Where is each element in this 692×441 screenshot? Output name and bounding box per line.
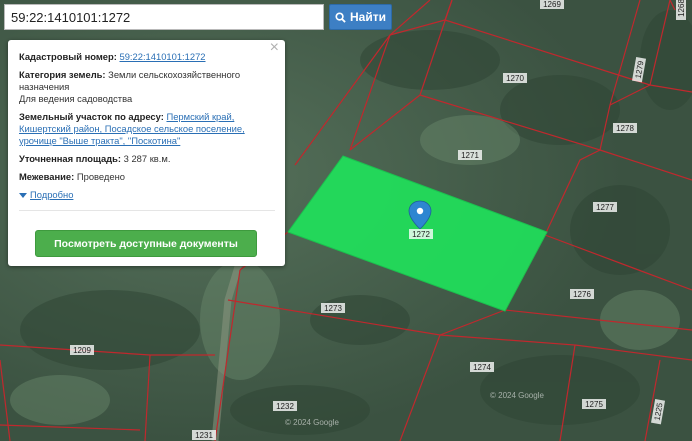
parcel-label: 1271 xyxy=(458,150,482,160)
parcel-label: 1274 xyxy=(470,362,494,372)
map-watermark: © 2024 Google xyxy=(490,391,544,400)
search-button-label: Найти xyxy=(350,10,386,24)
cadastral-number-link[interactable]: 59:22:1410101:1272 xyxy=(119,51,205,62)
more-details-toggle[interactable]: Подробно xyxy=(19,189,275,201)
area-row: Уточненная площадь: 3 287 кв.м. xyxy=(19,153,275,165)
parcel-label: 1270 xyxy=(503,73,527,83)
survey-value: Проведено xyxy=(76,171,125,182)
triangle-down-icon xyxy=(19,192,27,198)
view-documents-button[interactable]: Посмотреть доступные документы xyxy=(35,230,257,257)
address-link-line1[interactable]: Пермский край, xyxy=(166,111,234,122)
parcel-label: 1273 xyxy=(321,303,345,313)
category-row: Категория земель: Земли сельскохозяйстве… xyxy=(19,69,275,105)
category-label: Категория земель: xyxy=(19,69,106,80)
address-link-line2[interactable]: Кишертский район, Посадское сельское пос… xyxy=(19,123,245,134)
cadastral-row: Кадастровый номер: 59:22:1410101:1272 xyxy=(19,51,275,63)
address-row: Земельный участок по адресу: Пермский кр… xyxy=(19,111,275,147)
more-details-link[interactable]: Подробно xyxy=(30,189,73,201)
parcel-label: 1275 xyxy=(582,399,606,409)
parcel-number-1273: 1273 xyxy=(324,304,342,313)
parcel-label: 1269 xyxy=(540,0,564,9)
parcel-number-1269: 1269 xyxy=(543,0,561,9)
parcel-number-1272: 1272 xyxy=(412,230,430,239)
parcel-label: 1209 xyxy=(70,345,94,355)
parcel-label: 1278 xyxy=(613,123,637,133)
parcel-label: 1232 xyxy=(273,401,297,411)
area-value: 3 287 кв.м. xyxy=(123,153,171,164)
parcel-label: 1231 xyxy=(192,430,216,440)
parcel-number-1276: 1276 xyxy=(573,290,591,299)
address-link-line3[interactable]: урочище "Выше тракта", "Поскотина" xyxy=(19,135,180,146)
search-button[interactable]: Найти xyxy=(329,4,392,30)
search-input[interactable] xyxy=(4,4,324,30)
parcel-number-1209: 1209 xyxy=(73,346,91,355)
parcel-label: 1276 xyxy=(570,289,594,299)
parcel-number-1231: 1231 xyxy=(195,431,213,440)
parcel-number-1275: 1275 xyxy=(585,400,603,409)
cadastral-label: Кадастровый номер: xyxy=(19,51,117,62)
parcel-number-1268: 1268 xyxy=(677,0,686,17)
parcel-number-1274: 1274 xyxy=(473,363,491,372)
parcel-number-1270: 1270 xyxy=(506,74,524,83)
usage-value: Для ведения садоводства xyxy=(19,93,133,104)
divider xyxy=(19,210,275,211)
parcel-number-1271: 1271 xyxy=(461,151,479,160)
survey-label: Межевание: xyxy=(19,171,75,182)
parcel-label: 1268 xyxy=(676,0,686,20)
parcel-label: 1277 xyxy=(593,202,617,212)
parcel-info-popup: × Кадастровый номер: 59:22:1410101:1272 … xyxy=(8,40,285,266)
area-label: Уточненная площадь: xyxy=(19,153,122,164)
parcel-number-1232: 1232 xyxy=(276,402,294,411)
parcel-number-1278: 1278 xyxy=(616,124,634,133)
map-watermark: © 2024 Google xyxy=(285,418,339,427)
search-icon xyxy=(335,11,346,23)
parcel-number-1277: 1277 xyxy=(596,203,614,212)
parcel-label: 1272 xyxy=(409,229,433,239)
survey-row: Межевание: Проведено xyxy=(19,171,275,183)
close-icon[interactable]: × xyxy=(270,40,279,56)
address-label: Земельный участок по адресу: xyxy=(19,111,164,122)
